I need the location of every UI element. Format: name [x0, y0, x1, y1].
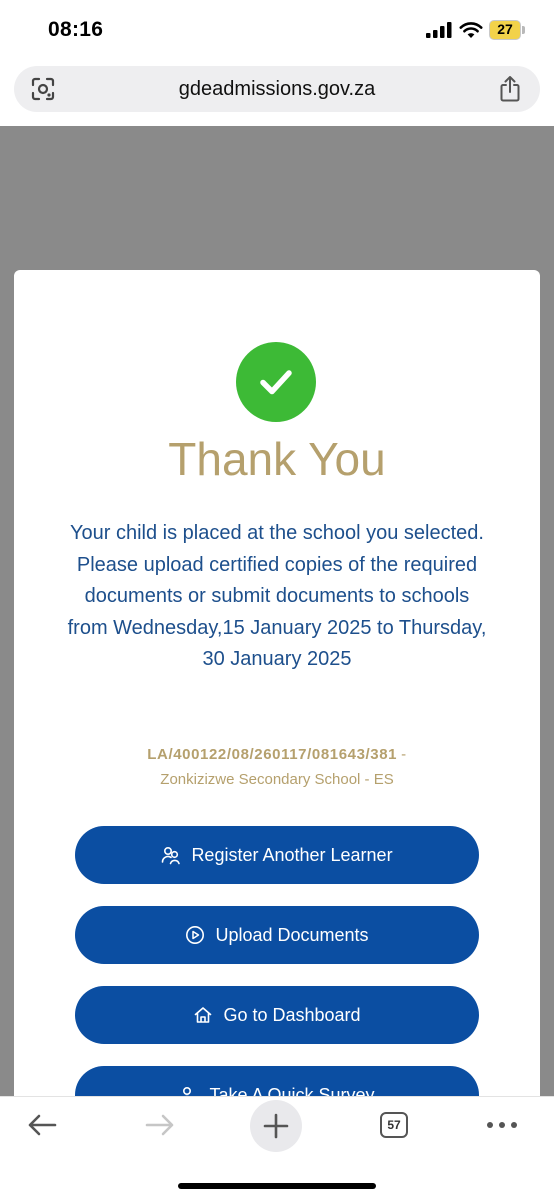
wifi-icon [459, 22, 483, 38]
register-another-learner-button[interactable]: Register Another Learner [75, 826, 479, 884]
reference-number: LA/400122/08/260117/081643/381 [147, 746, 398, 763]
back-arrow-icon [28, 1114, 57, 1136]
upload-documents-button[interactable]: Upload Documents [75, 906, 479, 964]
reference-separator: - [401, 746, 407, 763]
survey-icon [183, 1086, 192, 1096]
battery-icon: 27 [489, 20, 521, 40]
register-button-label: Register Another Learner [191, 844, 393, 865]
new-tab-button[interactable] [250, 1100, 302, 1152]
more-button[interactable] [478, 1105, 526, 1145]
url-text[interactable]: gdeadmissions.gov.za [14, 78, 540, 101]
plus-icon [263, 1113, 289, 1139]
dashboard-button-label: Go to Dashboard [223, 1004, 361, 1025]
page-overlay: Thank You Your child is placed at the sc… [0, 126, 554, 1096]
share-icon[interactable] [498, 75, 522, 103]
home-icon [195, 1007, 212, 1023]
tabs-icon: 57 [380, 1112, 408, 1138]
confirmation-card: Thank You Your child is placed at the sc… [14, 270, 540, 1096]
back-button[interactable] [18, 1105, 66, 1145]
users-icon [162, 846, 181, 865]
status-bar: 08:16 27 [0, 0, 554, 60]
reference-line: LA/400122/08/260117/081643/381- [14, 746, 540, 763]
tabs-button[interactable]: 57 [370, 1105, 418, 1145]
home-indicator [178, 1183, 376, 1189]
status-time: 08:16 [48, 18, 104, 41]
signal-icon [426, 22, 452, 38]
more-icon [487, 1122, 517, 1128]
upload-button-label: Upload Documents [215, 924, 369, 945]
forward-arrow-icon [145, 1114, 174, 1136]
go-to-dashboard-button[interactable]: Go to Dashboard [75, 986, 479, 1044]
success-check-icon [236, 342, 316, 422]
page-title: Thank You [168, 433, 386, 485]
battery-tip [522, 26, 525, 34]
take-quick-survey-button[interactable]: Take A Quick Survey [75, 1066, 479, 1096]
placement-message: Your child is placed at the school you s… [67, 522, 487, 670]
forward-button[interactable] [136, 1105, 184, 1145]
url-bar[interactable]: gdeadmissions.gov.za [14, 66, 540, 112]
survey-button-label: Take A Quick Survey [209, 1084, 375, 1097]
play-circle-icon [186, 926, 205, 944]
school-name: Zonkizizwe Secondary School - ES [160, 771, 394, 788]
